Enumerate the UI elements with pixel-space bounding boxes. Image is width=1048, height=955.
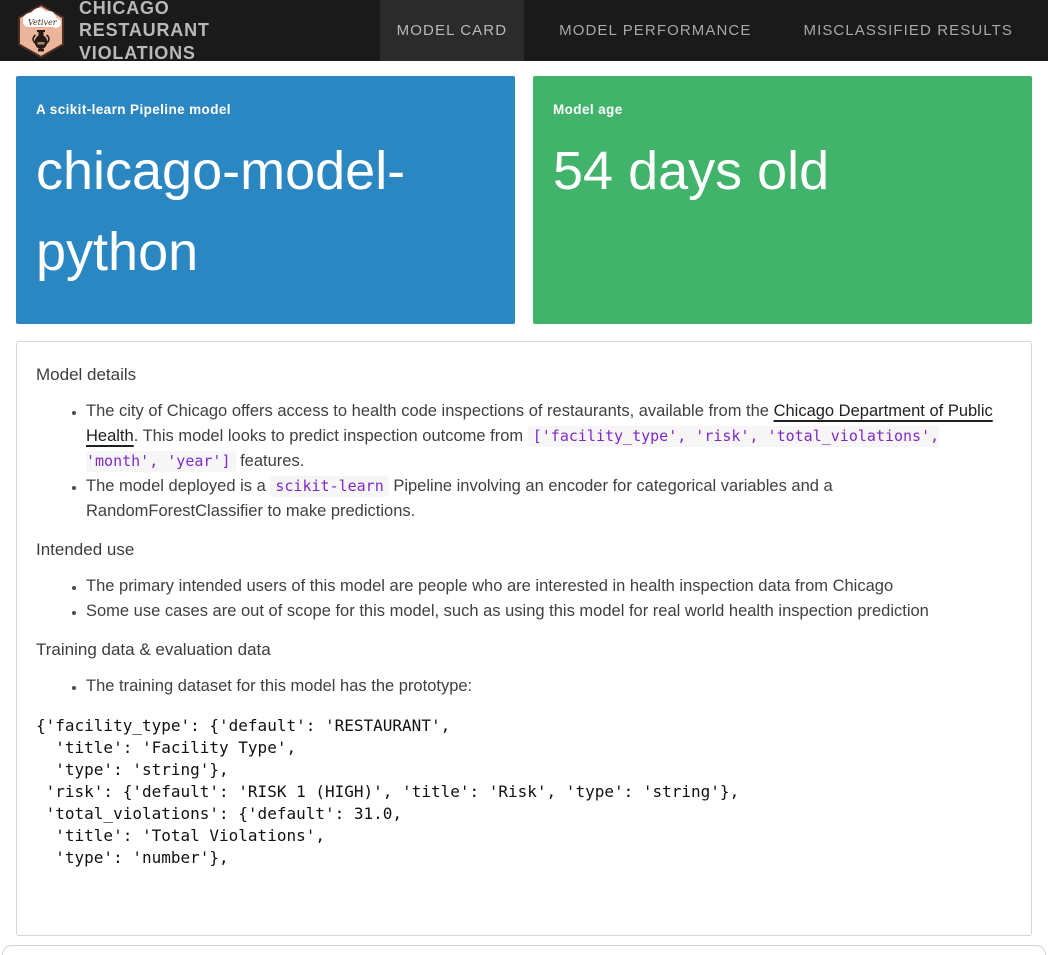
text-span: The primary intended users of this model… xyxy=(86,577,893,595)
app-title: Chicago Restaurant Violations xyxy=(79,0,302,64)
text-span: features. xyxy=(236,452,305,470)
valuebox-model-age-value: 54 days old xyxy=(553,131,1012,212)
valuebox-model-age: Model age 54 days old xyxy=(533,76,1032,324)
list-item: Some use cases are out of scope for this… xyxy=(86,599,1012,624)
valuebox-model-name-value: chicago-model-python xyxy=(36,131,414,293)
model-card-panel: Model details The city of Chicago offers … xyxy=(16,341,1032,936)
main-content: A scikit-learn Pipeline model chicago-mo… xyxy=(0,61,1048,936)
text-span: The city of Chicago offers access to hea… xyxy=(86,402,774,420)
tab-misclassified-results[interactable]: MISCLASSIFIED RESULTS xyxy=(786,0,1030,61)
section-list: The city of Chicago offers access to hea… xyxy=(36,399,1012,524)
app-title-line1: Chicago Restaurant xyxy=(79,0,302,42)
svg-text:Vetiver: Vetiver xyxy=(28,18,58,27)
section-heading: Intended use xyxy=(36,540,1012,560)
section-list: The training dataset for this model has … xyxy=(36,674,1012,699)
tab-model-card[interactable]: MODEL CARD xyxy=(380,0,524,61)
tab-model-performance[interactable]: MODEL PERFORMANCE xyxy=(542,0,768,61)
list-item: The training dataset for this model has … xyxy=(86,674,1012,699)
section-list: The primary intended users of this model… xyxy=(36,574,1012,624)
section-heading: Training data & evaluation data xyxy=(36,640,1012,660)
navbar-brand[interactable]: Vetiver Chicago Restaurant Violations xyxy=(0,0,318,61)
nav-tabs: MODEL CARD MODEL PERFORMANCE MISCLASSIFI… xyxy=(380,0,1048,61)
valuebox-model-name: A scikit-learn Pipeline model chicago-mo… xyxy=(16,76,515,324)
next-card-peek xyxy=(2,945,1046,955)
vetiver-logo-icon: Vetiver xyxy=(16,4,66,58)
valuebox-model-name-label: A scikit-learn Pipeline model xyxy=(36,102,495,117)
prototype-code-block: {'facility_type': {'default': 'RESTAURAN… xyxy=(36,715,1012,869)
section-heading: Model details xyxy=(36,365,1012,385)
valuebox-row: A scikit-learn Pipeline model chicago-mo… xyxy=(16,76,1032,324)
list-item: The city of Chicago offers access to hea… xyxy=(86,399,1012,474)
app-title-line2: Violations xyxy=(79,42,302,65)
text-span: Some use cases are out of scope for this… xyxy=(86,602,929,620)
valuebox-model-age-label: Model age xyxy=(553,102,1012,117)
navbar: Vetiver Chicago Restaurant Violations MO… xyxy=(0,0,1048,61)
list-item: The model deployed is a scikit-learn Pip… xyxy=(86,474,1012,524)
text-span: The training dataset for this model has … xyxy=(86,677,472,695)
list-item: The primary intended users of this model… xyxy=(86,574,1012,599)
inline-code: scikit-learn xyxy=(270,476,388,497)
text-span: The model deployed is a xyxy=(86,477,270,495)
text-span: . This model looks to predict inspection… xyxy=(134,427,528,445)
